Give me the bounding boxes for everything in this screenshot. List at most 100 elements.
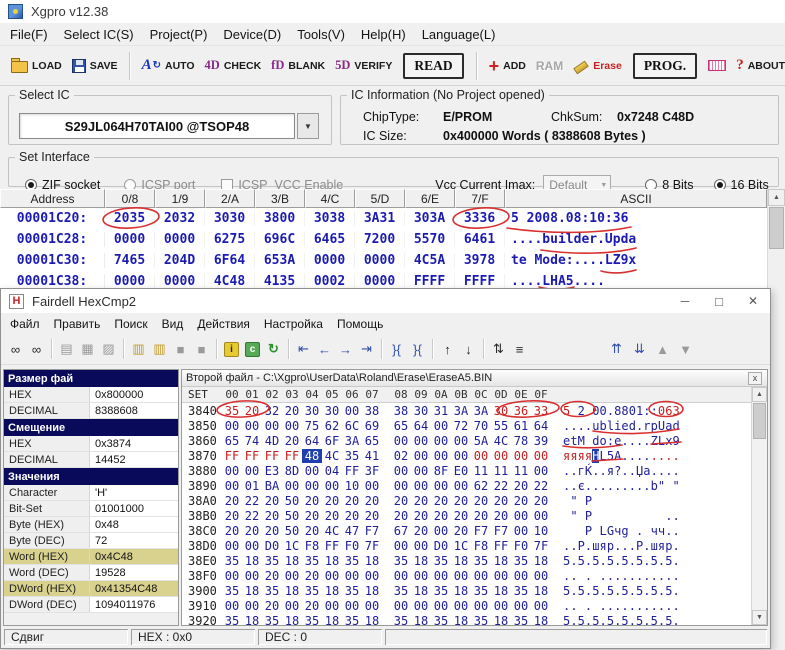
hex-byte[interactable]: 00: [411, 449, 431, 463]
ascii-char[interactable]: .: [665, 509, 672, 523]
ascii-char[interactable]: .: [599, 479, 606, 493]
ascii-char[interactable]: p: [651, 419, 658, 433]
ascii-char[interactable]: .: [651, 569, 658, 583]
hex-byte[interactable]: 75: [302, 419, 322, 433]
goto-bottom-icon[interactable]: ↓: [458, 339, 479, 359]
hex-byte[interactable]: 35: [222, 554, 242, 568]
hex-byte[interactable]: 00: [282, 419, 302, 433]
hex-byte[interactable]: 18: [362, 584, 382, 598]
ascii-char[interactable]: 5: [665, 554, 672, 568]
hex-word[interactable]: 0000: [355, 274, 405, 289]
scrollbar-thumb[interactable]: [769, 207, 784, 249]
ascii-char[interactable]: .: [665, 464, 672, 478]
hex-word[interactable]: 3038: [305, 211, 355, 226]
find-icon[interactable]: ∞: [5, 339, 26, 359]
ascii-char[interactable]: я: [599, 539, 606, 553]
hex-scrollbar[interactable]: [751, 387, 767, 625]
hex-byte[interactable]: F7: [471, 524, 491, 538]
row-ascii[interactable]: ..є.........b" ": [563, 479, 680, 493]
hex-byte[interactable]: 00: [531, 509, 551, 523]
hex-byte[interactable]: 20: [451, 524, 471, 538]
ram-button[interactable]: RAM: [531, 56, 568, 76]
hex-byte[interactable]: 00: [242, 419, 262, 433]
codepage-icon[interactable]: c: [245, 342, 260, 357]
hex-word[interactable]: 6465: [305, 232, 355, 247]
open-second-icon[interactable]: ▨: [98, 339, 119, 359]
ascii-char[interactable]: 5: [636, 584, 643, 598]
hex-byte[interactable]: FF: [222, 449, 242, 463]
hex-byte[interactable]: F8: [471, 539, 491, 553]
find-next-icon[interactable]: ∞: [26, 339, 47, 359]
hex-word[interactable]: 2035: [105, 211, 155, 226]
ascii-char[interactable]: 5: [607, 584, 614, 598]
hex-byte[interactable]: 35: [262, 614, 282, 626]
ascii-char[interactable]: [665, 479, 672, 493]
list-icon[interactable]: ≡: [509, 339, 530, 359]
hex-byte[interactable]: 00: [362, 599, 382, 613]
hex-byte[interactable]: 65: [362, 434, 382, 448]
row-ascii[interactable]: яяяяHL5A........: [563, 449, 680, 463]
refresh-icon[interactable]: ↻: [263, 339, 284, 359]
ascii-char[interactable]: .: [658, 599, 665, 613]
hex-byte[interactable]: 62: [322, 419, 342, 433]
hex-byte[interactable]: 20: [531, 494, 551, 508]
ic-dropdown-button[interactable]: [297, 113, 319, 139]
hex-byte[interactable]: 00: [511, 569, 531, 583]
ascii-char[interactable]: .: [672, 614, 679, 626]
ascii-char[interactable]: 5: [607, 449, 614, 463]
hex-byte[interactable]: 1C: [282, 539, 302, 553]
hex-byte[interactable]: 00: [471, 599, 491, 613]
row-ascii[interactable]: 5 2 00.8801::063: [563, 404, 680, 418]
hex-byte[interactable]: 00: [431, 569, 451, 583]
ascii-char[interactable]: L: [599, 524, 606, 538]
ascii-char[interactable]: [570, 404, 577, 418]
first-diff-icon[interactable]: ⇤: [293, 339, 314, 359]
hex-byte[interactable]: FF: [282, 449, 302, 463]
hex-byte[interactable]: 20: [491, 494, 511, 508]
ascii-char[interactable]: [592, 599, 599, 613]
hex-byte[interactable]: 11: [491, 464, 511, 478]
hexcmp-menu-6[interactable]: Помощь: [330, 315, 390, 333]
hex-byte[interactable]: 78: [511, 434, 531, 448]
hexcmp-menu-0[interactable]: Файл: [3, 315, 47, 333]
ascii-char[interactable]: [578, 569, 585, 583]
ascii-char[interactable]: .: [629, 434, 636, 448]
hex-byte[interactable]: 22: [531, 479, 551, 493]
ascii-char[interactable]: P: [585, 509, 592, 523]
hex-byte[interactable]: 00: [451, 479, 471, 493]
hex-byte[interactable]: 1C: [451, 539, 471, 553]
hex-byte[interactable]: 38: [362, 404, 382, 418]
hex-byte[interactable]: 00: [391, 569, 411, 583]
hex-byte[interactable]: 35: [222, 404, 242, 418]
hex-byte[interactable]: 20: [411, 494, 431, 508]
ascii-char[interactable]: .: [658, 554, 665, 568]
hex-byte[interactable]: 00: [491, 569, 511, 583]
ascii-char[interactable]: Z: [651, 434, 658, 448]
hex-byte[interactable]: 35: [431, 614, 451, 626]
hex-byte[interactable]: 18: [491, 614, 511, 626]
hex-byte[interactable]: 00: [322, 599, 342, 613]
about-button[interactable]: ?ABOUT: [731, 54, 785, 77]
hex-word[interactable]: 4C48: [205, 274, 255, 289]
ascii-char[interactable]: :: [651, 404, 658, 418]
ascii-char[interactable]: 5: [563, 404, 570, 418]
ascii-char[interactable]: [629, 509, 636, 523]
ascii-char[interactable]: [614, 509, 621, 523]
hex-byte[interactable]: 30: [491, 404, 511, 418]
hex-byte[interactable]: 11: [511, 464, 531, 478]
hex-byte[interactable]: 35: [302, 614, 322, 626]
hex-word[interactable]: 204D: [155, 253, 205, 268]
ascii-char[interactable]: [563, 494, 570, 508]
hex-word[interactable]: 6275: [205, 232, 255, 247]
hex-word[interactable]: 6F64: [205, 253, 255, 268]
match-open-icon[interactable]: }{: [386, 339, 407, 359]
hex-byte[interactable]: 35: [342, 584, 362, 598]
ascii-char[interactable]: L: [658, 434, 665, 448]
hex-byte[interactable]: 20: [451, 494, 471, 508]
ascii-char[interactable]: [578, 524, 585, 538]
hex-byte[interactable]: 00: [431, 524, 451, 538]
ascii-char[interactable]: .: [643, 569, 650, 583]
ascii-char[interactable]: .: [672, 449, 679, 463]
ascii-char[interactable]: e: [614, 434, 621, 448]
add-button[interactable]: +ADD: [484, 56, 531, 76]
